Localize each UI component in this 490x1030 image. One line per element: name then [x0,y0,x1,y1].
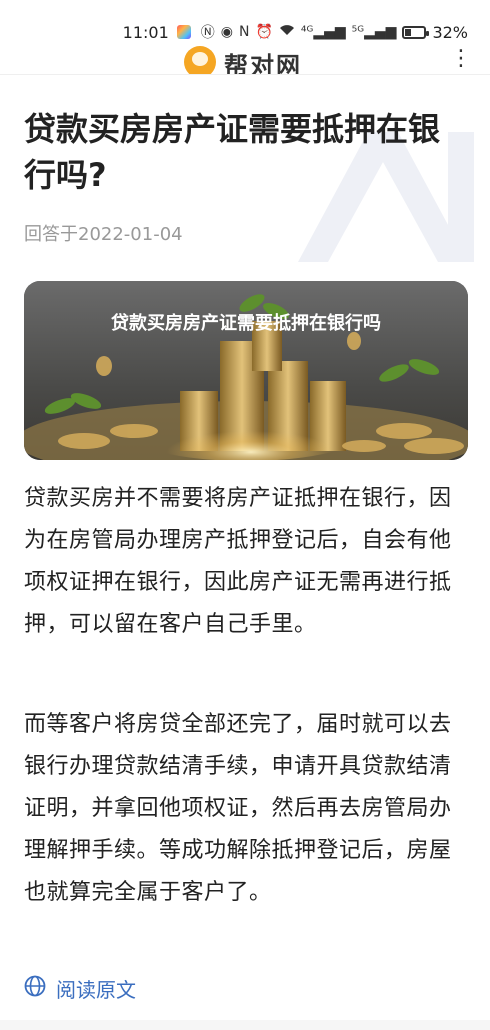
read-original-link[interactable]: 阅读原文 [24,974,136,1003]
eye-icon: ◉ [220,24,233,40]
header-divider [0,74,490,75]
article-title: 贷款买房房产证需要抵押在银行吗? [24,110,441,194]
nfc-n-icon: N [238,24,250,40]
article-banner-image: 贷款买房房产证需要抵押在银行吗 [24,281,468,460]
answer-date: 回答于2022-01-04 [24,224,183,245]
article-paragraph-2: 而等客户将房贷全部还完了，届时就可以去银行办理贷款结清手续，申请开具贷款结清证明… [24,712,452,905]
wifi-icon [279,24,295,40]
app-notification-icon [176,25,191,39]
alarm-icon: ⏰ [255,24,273,40]
banner-caption: 贷款买房房产证需要抵押在银行吗 [111,313,381,334]
signal-5g-icon: ⁵ᴳ▂▄▆ [351,24,397,40]
read-original-label: 阅读原文 [56,978,136,1002]
bottom-edge [0,1020,490,1030]
battery-icon [402,25,430,39]
app-logo-icon[interactable] [184,46,216,74]
battery-percent: 32% [432,22,468,42]
nfc-icon: Ⓝ [200,25,215,41]
globe-icon [24,975,46,1002]
article-paragraph-1: 贷款买房并不需要将房产证抵押在银行，因为在房管局办理房产抵押登记后，自会有他项权… [24,486,452,637]
more-options-icon[interactable]: ⋮ [450,48,472,70]
signal-4g-icon: ⁴ᴳ▂▄▆ [300,24,346,40]
app-header: 帮对网 ⋮ [0,40,490,74]
app-logo-text[interactable]: 帮对网 [224,46,302,74]
status-time: 11:01 [122,22,169,42]
